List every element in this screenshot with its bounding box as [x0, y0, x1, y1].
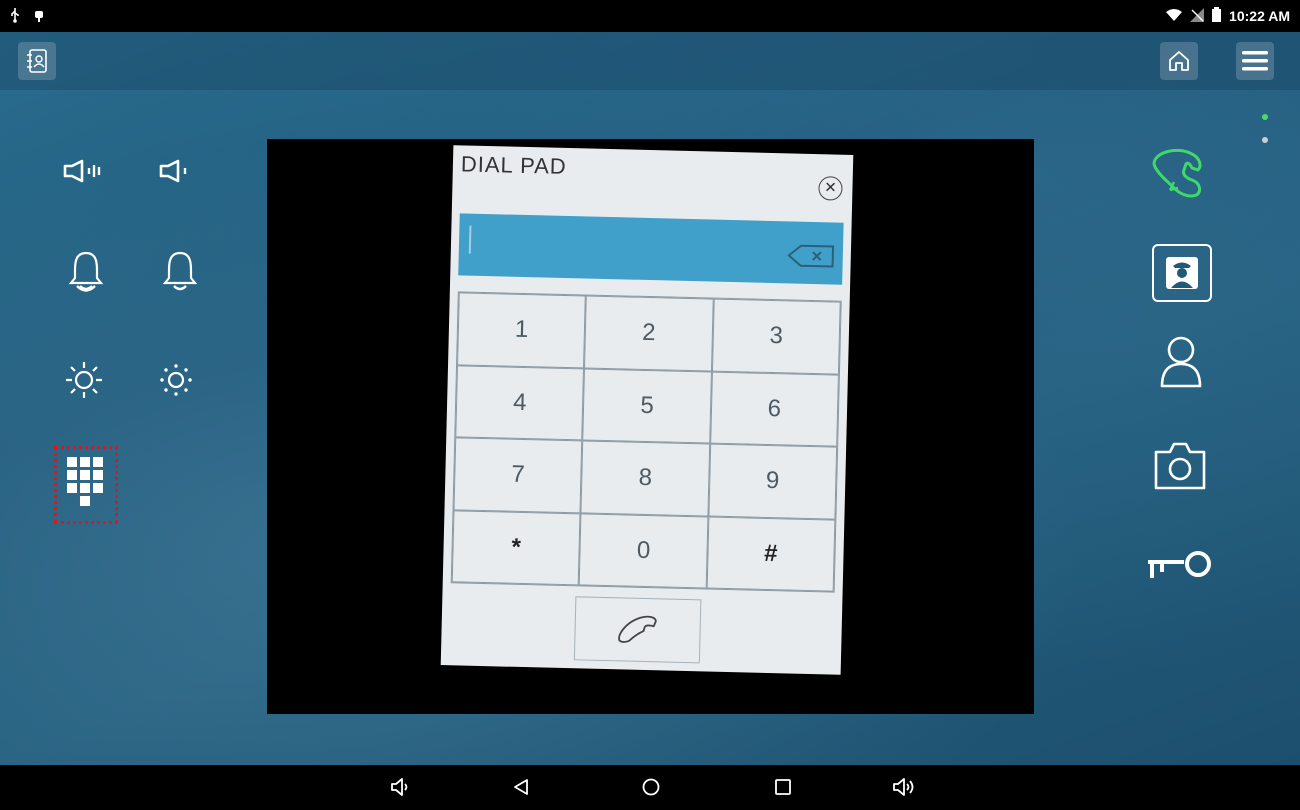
- dial-number-input[interactable]: [458, 213, 844, 285]
- system-nav-bar: [0, 765, 1300, 810]
- dial-key-6[interactable]: 6: [709, 371, 839, 447]
- dial-call-button[interactable]: [573, 596, 702, 664]
- brightness-down-button[interactable]: [158, 362, 194, 402]
- contacts-button[interactable]: [18, 42, 56, 80]
- keypad-icon: [67, 457, 103, 506]
- volume-up-button[interactable]: [892, 778, 918, 800]
- dial-key-7[interactable]: 7: [453, 437, 583, 513]
- concierge-button[interactable]: [1152, 244, 1212, 302]
- back-icon: [514, 779, 528, 795]
- dial-key-0[interactable]: 0: [579, 512, 709, 589]
- speaker-volume-up-button[interactable]: [62, 158, 110, 188]
- user-icon: [1160, 336, 1202, 388]
- recents-icon: [775, 779, 791, 795]
- door-key-button[interactable]: [1144, 550, 1218, 590]
- dial-key-5[interactable]: 5: [582, 367, 712, 444]
- back-button[interactable]: [512, 778, 530, 800]
- contacts-book-icon: [27, 49, 47, 73]
- video-feed: DIAL PAD ✕ 1 2 3 4 5 6 7 8 9 * 0 #: [267, 139, 1034, 714]
- answer-call-button[interactable]: [1148, 148, 1208, 204]
- close-icon: ✕: [823, 178, 837, 197]
- dial-key-star[interactable]: *: [451, 509, 581, 586]
- volume-down-button[interactable]: [390, 778, 412, 800]
- brightness-up-icon: [66, 362, 102, 398]
- camera-icon: [1154, 442, 1206, 490]
- ring-volume-up-button[interactable]: [66, 250, 106, 300]
- dial-key-3[interactable]: 3: [711, 298, 841, 375]
- dial-key-1[interactable]: 1: [457, 292, 587, 368]
- page-indicator-active: [1262, 114, 1268, 120]
- ring-volume-up-icon: [68, 251, 104, 292]
- android-debug-icon: [32, 7, 46, 26]
- dial-pad-title: DIAL PAD: [460, 151, 568, 179]
- dial-pad-close-button[interactable]: ✕: [818, 176, 843, 201]
- speaker-volume-up-icon: [63, 159, 101, 183]
- dial-key-4[interactable]: 4: [455, 364, 585, 441]
- backspace-icon: [787, 244, 835, 268]
- dial-keys: 1 2 3 4 5 6 7 8 9 * 0 #: [450, 291, 842, 593]
- volume-down-icon: [391, 778, 408, 796]
- dial-key-9[interactable]: 9: [708, 443, 838, 520]
- ring-volume-down-button[interactable]: [160, 250, 200, 300]
- concierge-icon: [1166, 257, 1198, 289]
- dial-key-hash[interactable]: #: [706, 516, 836, 592]
- input-cursor: [468, 225, 472, 254]
- keypad-button[interactable]: [54, 446, 118, 524]
- home-icon: [1169, 51, 1189, 71]
- recents-button[interactable]: [774, 778, 792, 800]
- intercom-screen: DIAL PAD ✕ 1 2 3 4 5 6 7 8 9 * 0 #: [0, 32, 1300, 765]
- no-sim-icon: [1190, 7, 1205, 25]
- usb-icon: [8, 7, 22, 26]
- camera-button[interactable]: [1152, 440, 1208, 496]
- status-bar: 10:22 AM: [0, 0, 1300, 32]
- home-nav-button[interactable]: [642, 778, 660, 800]
- backspace-button[interactable]: [786, 243, 835, 272]
- status-time: 10:22 AM: [1229, 8, 1290, 24]
- phone-icon: [618, 615, 657, 643]
- battery-icon: [1212, 7, 1222, 25]
- brightness-up-button[interactable]: [64, 360, 104, 404]
- menu-button[interactable]: [1236, 42, 1274, 80]
- home-circle-icon: [642, 778, 660, 796]
- answer-call-icon: [1152, 148, 1202, 198]
- page-indicator: [1262, 137, 1268, 143]
- menu-icon: [1242, 51, 1268, 71]
- door-key-icon: [1148, 551, 1211, 578]
- speaker-volume-down-icon: [159, 159, 187, 183]
- home-button[interactable]: [1160, 42, 1198, 80]
- user-button[interactable]: [1158, 334, 1204, 392]
- brightness-down-icon: [160, 364, 192, 396]
- dial-key-8[interactable]: 8: [580, 440, 710, 517]
- dial-pad: DIAL PAD ✕ 1 2 3 4 5 6 7 8 9 * 0 #: [440, 145, 854, 675]
- ring-volume-down-icon: [162, 251, 198, 291]
- speaker-volume-down-button[interactable]: [158, 158, 194, 188]
- dial-key-2[interactable]: 2: [584, 295, 714, 372]
- volume-up-icon: [893, 778, 914, 796]
- wifi-icon: [1166, 8, 1183, 25]
- top-bar: [0, 32, 1300, 90]
